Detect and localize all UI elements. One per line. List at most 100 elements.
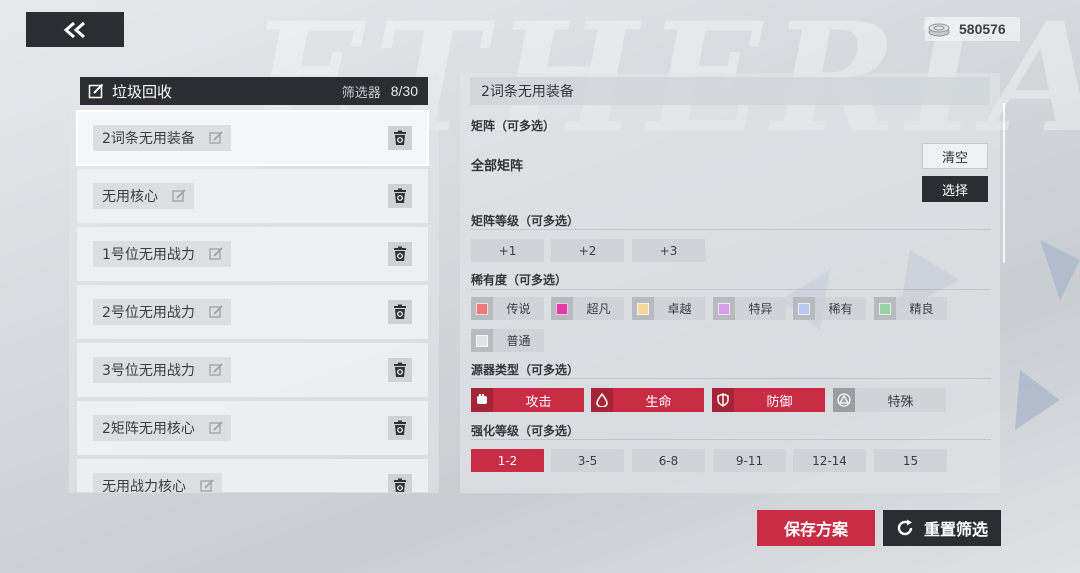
trash-icon xyxy=(394,246,406,261)
rarity-label-text: 稀有 xyxy=(828,302,853,316)
enhance-level-chip[interactable]: 15 xyxy=(874,449,947,472)
list-item[interactable]: 3号位无用战力 xyxy=(77,343,428,397)
filter-list-panel: 垃圾回收 筛选器 8/30 2词条无用装备 无用核心 1号位无用战力 2号位无用… xyxy=(69,75,439,493)
rarity-swatch xyxy=(798,302,810,315)
item-name: 2号位无用战力 xyxy=(102,305,195,321)
blood-drop-icon xyxy=(591,388,613,412)
currency-display: 580576 xyxy=(925,17,1020,41)
enhance-level-chip[interactable]: 6-8 xyxy=(632,449,705,472)
delete-button[interactable] xyxy=(388,300,412,324)
source-type-health[interactable]: 生命 xyxy=(591,388,704,412)
source-type-special[interactable]: 特殊 xyxy=(833,388,946,412)
source-type-text: 攻击 xyxy=(525,394,552,410)
source-type-attack[interactable]: 攻击 xyxy=(471,388,584,412)
rarity-swatch xyxy=(879,302,891,315)
panel-title: 垃圾回收 xyxy=(112,82,173,101)
enhance-level-chip[interactable]: 1-2 xyxy=(471,449,544,472)
delete-button[interactable] xyxy=(388,474,412,492)
rarity-chip-special[interactable]: 特异 xyxy=(713,297,786,320)
list-item[interactable]: 2号位无用战力 xyxy=(77,285,428,339)
rename-icon[interactable] xyxy=(200,479,214,492)
trash-icon xyxy=(394,362,406,377)
divider xyxy=(471,378,991,379)
filter-label: 筛选器 xyxy=(341,85,381,101)
item-name-box[interactable]: 2词条无用装备 xyxy=(93,125,231,151)
reset-filter-label: 重置筛选 xyxy=(923,520,988,539)
source-type-text: 生命 xyxy=(645,394,672,410)
matrix-level-chip[interactable]: +3 xyxy=(632,239,705,262)
enhance-level-label: 强化等级（可多选） xyxy=(471,424,580,438)
trash-icon xyxy=(394,188,406,203)
matrix-selection-value: 全部矩阵 xyxy=(471,159,524,174)
rarity-swatch xyxy=(718,302,730,315)
list-item[interactable]: 2矩阵无用核心 xyxy=(77,401,428,455)
save-plan-button[interactable]: 保存方案 xyxy=(757,510,875,546)
rename-icon[interactable] xyxy=(209,247,223,261)
delete-button[interactable] xyxy=(388,358,412,382)
trash-icon xyxy=(394,304,406,319)
source-type-text: 防御 xyxy=(766,394,793,410)
enhance-level-chip[interactable]: 3-5 xyxy=(551,449,624,472)
edit-square-icon xyxy=(88,83,104,99)
filter-list[interactable]: 2词条无用装备 无用核心 1号位无用战力 2号位无用战力 3号位无用战力 2矩阵… xyxy=(69,109,439,492)
reset-filter-button[interactable]: 重置筛选 xyxy=(883,510,1001,546)
fist-icon xyxy=(471,388,493,412)
item-name-box[interactable]: 2矩阵无用核心 xyxy=(93,415,231,441)
divider xyxy=(471,439,991,440)
rename-icon[interactable] xyxy=(209,131,223,145)
rarity-chip-common[interactable]: 普通 xyxy=(471,329,544,352)
rarity-chip-legendary[interactable]: 传说 xyxy=(471,297,544,320)
item-name-box[interactable]: 3号位无用战力 xyxy=(93,357,231,383)
divider xyxy=(471,229,991,230)
delete-button[interactable] xyxy=(388,184,412,208)
item-name-box[interactable]: 无用战力核心 xyxy=(93,473,222,492)
coin-stack-icon xyxy=(928,23,950,37)
scrollbar[interactable] xyxy=(1003,103,1005,263)
back-button[interactable] xyxy=(26,12,124,47)
matrix-level-chip[interactable]: +1 xyxy=(471,239,544,262)
delete-button[interactable] xyxy=(388,416,412,440)
delete-button[interactable] xyxy=(388,242,412,266)
trash-icon xyxy=(394,420,406,435)
item-name: 2矩阵无用核心 xyxy=(102,421,195,437)
rarity-chip-fine[interactable]: 精良 xyxy=(874,297,947,320)
enhance-level-chip[interactable]: 9-11 xyxy=(713,449,786,472)
rarity-chip-excellent[interactable]: 卓越 xyxy=(632,297,705,320)
divider xyxy=(471,289,991,290)
delete-button[interactable] xyxy=(388,126,412,150)
list-item[interactable]: 2词条无用装备 xyxy=(76,110,429,166)
enhance-level-chip[interactable]: 12-14 xyxy=(793,449,866,472)
rarity-chip-transcendent[interactable]: 超凡 xyxy=(551,297,624,320)
item-name-box[interactable]: 无用核心 xyxy=(93,183,194,209)
rarity-label-text: 卓越 xyxy=(667,302,692,316)
item-name-box[interactable]: 1号位无用战力 xyxy=(93,241,231,267)
trash-icon xyxy=(394,130,406,145)
source-type-label: 源器类型（可多选） xyxy=(471,363,580,377)
filter-name-title: 2词条无用装备 xyxy=(470,77,990,105)
filter-detail-panel: 2词条无用装备 矩阵（可多选） 全部矩阵 清空 选择 矩阵等级（可多选） +1 … xyxy=(460,73,1005,493)
refresh-icon xyxy=(897,519,913,536)
select-button[interactable]: 选择 xyxy=(922,176,988,202)
rarity-chip-rare[interactable]: 稀有 xyxy=(793,297,866,320)
rarity-swatch xyxy=(476,334,488,347)
rarity-label-text: 普通 xyxy=(506,334,531,348)
rename-icon[interactable] xyxy=(209,421,223,435)
special-triangle-icon xyxy=(833,388,855,412)
rename-icon[interactable] xyxy=(209,363,223,377)
rename-icon[interactable] xyxy=(209,305,223,319)
rarity-label-text: 传说 xyxy=(506,302,531,316)
list-item[interactable]: 无用战力核心 xyxy=(77,459,428,492)
item-name-box[interactable]: 2号位无用战力 xyxy=(93,299,231,325)
rename-icon[interactable] xyxy=(172,189,186,203)
double-chevron-left-icon xyxy=(63,21,85,38)
item-name: 无用核心 xyxy=(102,189,158,205)
rarity-swatch xyxy=(556,302,568,315)
rarity-swatch xyxy=(476,302,488,315)
matrix-level-chip[interactable]: +2 xyxy=(551,239,624,262)
item-name: 1号位无用战力 xyxy=(102,247,195,263)
clear-button[interactable]: 清空 xyxy=(922,143,988,169)
source-type-text: 特殊 xyxy=(887,394,914,410)
list-item[interactable]: 1号位无用战力 xyxy=(77,227,428,281)
list-item[interactable]: 无用核心 xyxy=(77,169,428,223)
source-type-defense[interactable]: 防御 xyxy=(712,388,825,412)
